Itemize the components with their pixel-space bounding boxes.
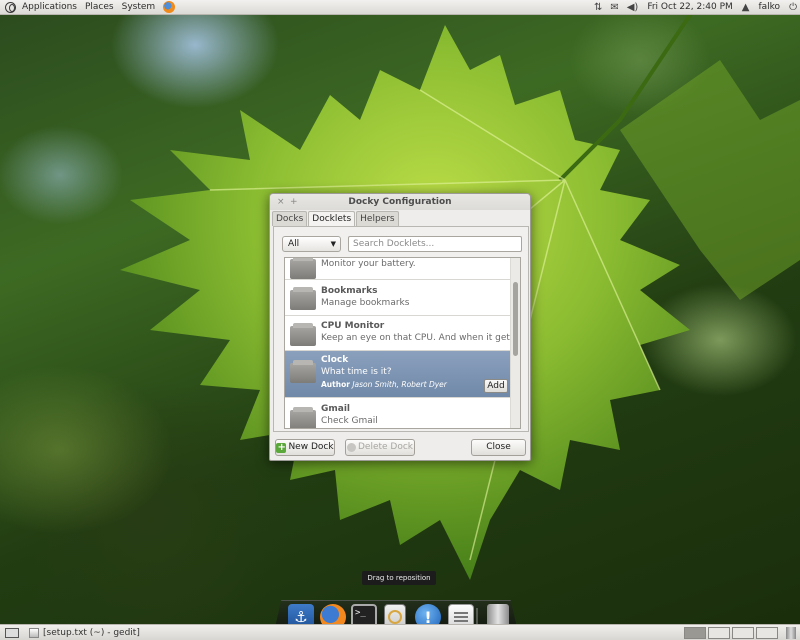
docky-configuration-dialog: × + Docky Configuration Docks Docklets H… [269, 193, 531, 461]
docklet-author: Author Jason Smith, Robert Dyer [321, 380, 447, 389]
chevron-down-icon: ▼ [330, 240, 336, 248]
show-desktop-icon[interactable] [5, 627, 19, 638]
author-names: Jason Smith, Robert Dyer [352, 380, 447, 389]
filter-dropdown[interactable]: All ▼ [282, 236, 341, 252]
menu-places[interactable]: Places [81, 0, 118, 15]
taskbar-item-label: [setup.txt (~) - gedit] [43, 627, 140, 638]
close-button[interactable]: Close [471, 439, 526, 456]
workspace-4[interactable] [756, 626, 778, 639]
tab-helpers[interactable]: Helpers [356, 211, 399, 226]
taskbar-item-gedit[interactable]: [setup.txt (~) - gedit] [29, 627, 140, 638]
docklet-icon [290, 407, 316, 428]
tooltip: Drag to reposition [362, 571, 436, 585]
add-docklet-button[interactable]: Add [484, 379, 508, 393]
top-panel: Applications Places System ⇅ ✉ ◀) Fri Oc… [0, 0, 800, 15]
docklet-description: What time is it? [321, 367, 392, 377]
docklet-list: Monitor your battery. Bookmarks Manage b… [284, 257, 521, 429]
network-icon[interactable]: ⇅ [591, 2, 605, 13]
docklets-pane: All ▼ Search Docklets... Monitor your ba… [273, 226, 529, 432]
workspace-3[interactable] [732, 626, 754, 639]
maximize-icon[interactable]: + [290, 194, 298, 210]
volume-icon[interactable]: ◀) [624, 2, 642, 13]
trash-applet-icon[interactable] [786, 626, 796, 639]
docklet-name: Gmail [321, 404, 351, 414]
plus-icon [276, 440, 287, 455]
author-label: Author [321, 380, 350, 389]
delete-dock-button[interactable]: Delete Dock [345, 439, 415, 456]
list-item[interactable]: Monitor your battery. [285, 258, 512, 280]
docklet-description: Manage bookmarks [321, 298, 410, 308]
docklet-description: Check Gmail [321, 416, 378, 426]
delete-dock-label: Delete Dock [357, 442, 414, 452]
list-item[interactable]: Gmail Check Gmail [285, 398, 512, 428]
workspace-switcher [684, 626, 796, 639]
dialog-titlebar[interactable]: × + Docky Configuration [270, 194, 530, 210]
menu-applications[interactable]: Applications [18, 0, 81, 15]
firefox-launcher-icon[interactable] [163, 1, 176, 13]
docklet-icon [290, 360, 316, 383]
list-item[interactable]: CPU Monitor Keep an eye on that CPU. And… [285, 316, 520, 351]
user-icon[interactable]: ▲ [739, 2, 753, 13]
menu-system[interactable]: System [118, 0, 160, 15]
docklet-description: Keep an eye on that CPU. And when it get… [321, 333, 521, 343]
workspace-1[interactable] [684, 626, 706, 639]
docklet-name: Bookmarks [321, 286, 378, 296]
filter-dropdown-value: All [288, 239, 300, 249]
mail-icon[interactable]: ✉ [607, 2, 621, 13]
search-docklets-input[interactable]: Search Docklets... [348, 236, 522, 252]
delete-icon [346, 443, 356, 452]
list-item[interactable]: Bookmarks Manage bookmarks [285, 280, 512, 316]
close-icon[interactable]: × [277, 194, 285, 210]
scrollbar-thumb[interactable] [513, 282, 518, 356]
ubuntu-logo-icon[interactable] [5, 1, 16, 13]
clock[interactable]: Fri Oct 22, 2:40 PM [643, 0, 736, 15]
power-icon[interactable]: ⏻ [786, 2, 800, 13]
dialog-title: Docky Configuration [348, 197, 452, 207]
gedit-task-icon [29, 627, 39, 638]
new-dock-button[interactable]: New Dock [275, 439, 335, 456]
new-dock-label: New Dock [288, 442, 334, 452]
workspace-2[interactable] [708, 626, 730, 639]
docklet-description: Monitor your battery. [321, 259, 416, 269]
docklet-name: Clock [321, 355, 349, 365]
tab-docklets[interactable]: Docklets [308, 211, 356, 227]
user-name[interactable]: falko [754, 0, 784, 15]
list-scrollbar[interactable] [510, 258, 520, 428]
bottom-panel: [setup.txt (~) - gedit] [0, 624, 800, 640]
docklet-icon [290, 323, 316, 346]
docklet-icon [290, 258, 316, 279]
tab-bar: Docks Docklets Helpers [272, 211, 400, 227]
list-item-selected[interactable]: Clock What time is it? Author Jason Smit… [285, 351, 512, 398]
docklet-icon [290, 287, 316, 310]
docklet-name: CPU Monitor [321, 321, 385, 331]
tab-docks[interactable]: Docks [272, 211, 308, 226]
